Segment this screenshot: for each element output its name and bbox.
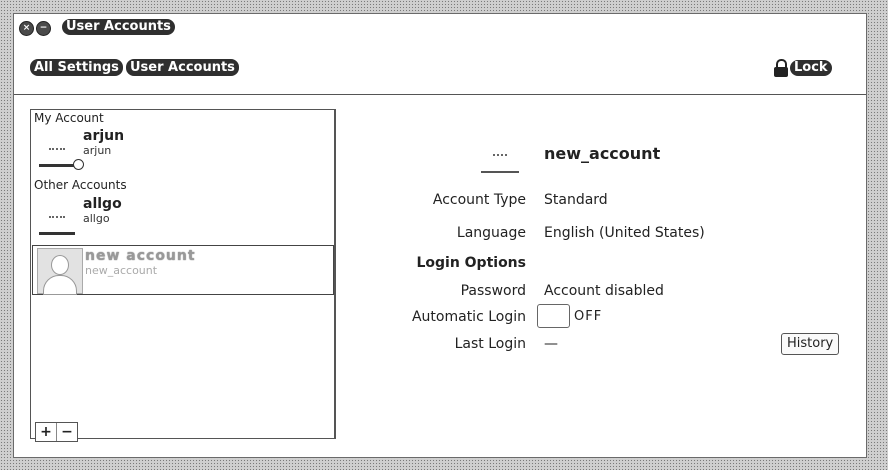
other-accounts-header: Other Accounts	[34, 178, 127, 192]
account-title[interactable]: new_account	[544, 144, 660, 163]
account-list: My Account arjun arjun Other Accounts al…	[30, 109, 336, 442]
avatar	[35, 128, 84, 172]
lock-button[interactable]: Lock	[774, 57, 832, 79]
lock-label: Lock	[790, 60, 832, 76]
account-type-label: Account Type	[432, 192, 526, 208]
minimize-button[interactable]: −	[36, 21, 51, 36]
language-label: Language	[456, 225, 526, 241]
user-accounts-window: × − User Accounts All Settings User Acco…	[13, 13, 867, 458]
last-login-label: Last Login	[454, 336, 526, 352]
login-options-heading: Login Options	[416, 255, 526, 271]
content-area: My Account arjun arjun Other Accounts al…	[14, 95, 866, 457]
account-row-arjun[interactable]: arjun arjun	[31, 126, 335, 174]
language-value[interactable]: English (United States)	[544, 225, 705, 241]
breadcrumb-all-settings[interactable]: All Settings	[30, 59, 123, 76]
account-type-value[interactable]: Standard	[544, 192, 608, 208]
avatar	[35, 196, 79, 240]
automatic-login-label: Automatic Login	[411, 309, 526, 325]
online-status-icon	[73, 159, 84, 170]
remove-account-button[interactable]: −	[56, 423, 77, 441]
account-username: arjun	[83, 144, 112, 157]
account-name: allgo	[83, 196, 122, 212]
account-row-new-account[interactable]: new account new_account	[32, 245, 334, 295]
title-bar: × − User Accounts All Settings User Acco…	[14, 14, 866, 95]
avatar	[37, 248, 83, 295]
account-avatar[interactable]	[477, 131, 525, 179]
account-row-allgo[interactable]: allgo allgo	[31, 194, 335, 242]
account-name: new account	[85, 248, 196, 264]
add-account-button[interactable]: +	[36, 423, 56, 441]
switch-state-label: OFF	[574, 308, 603, 324]
password-label: Password	[460, 283, 526, 299]
close-button[interactable]: ×	[19, 21, 34, 36]
history-button[interactable]: History	[781, 333, 840, 355]
my-account-header: My Account	[34, 111, 104, 125]
window-title: User Accounts	[62, 19, 175, 35]
automatic-login-switch[interactable]: OFF	[537, 304, 603, 328]
account-username: allgo	[83, 212, 110, 225]
breadcrumb-user-accounts[interactable]: User Accounts	[126, 59, 239, 76]
lock-icon	[774, 59, 788, 77]
add-remove-toolbar: + −	[35, 422, 78, 442]
pane-divider	[334, 109, 335, 439]
switch-knob	[537, 304, 570, 328]
account-username: new_account	[85, 264, 158, 277]
last-login-value: —	[544, 336, 558, 352]
account-name: arjun	[83, 128, 125, 144]
password-value[interactable]: Account disabled	[544, 283, 664, 299]
